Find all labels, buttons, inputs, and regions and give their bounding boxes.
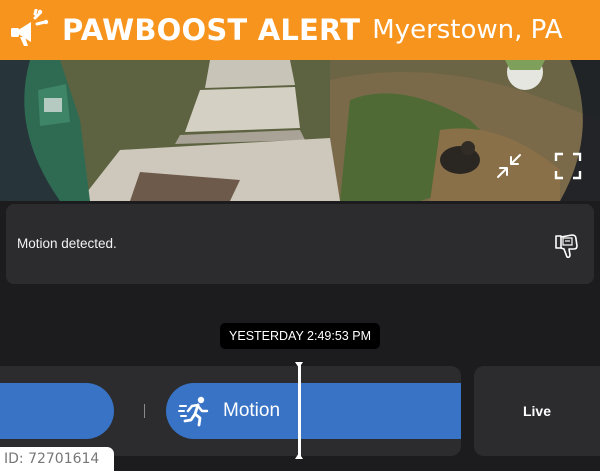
alert-banner: PAWBOOST ALERT Myerstown, PA bbox=[0, 0, 600, 60]
live-button[interactable]: Live bbox=[474, 366, 600, 456]
motion-clip-label: Motion bbox=[223, 400, 281, 421]
megaphone-icon bbox=[8, 8, 52, 52]
running-person-icon bbox=[178, 394, 212, 428]
motion-clip[interactable]: Motion bbox=[166, 383, 461, 439]
timeline-timestamp: YESTERDAY 2:49:53 PM bbox=[220, 323, 380, 349]
previous-clip[interactable] bbox=[0, 383, 114, 439]
event-card: Motion detected. bbox=[6, 204, 594, 284]
fullscreen-icon[interactable] bbox=[552, 150, 584, 182]
timeline-playhead[interactable] bbox=[295, 362, 303, 459]
thumbs-down-feedback-icon[interactable] bbox=[550, 230, 582, 262]
banner-brand: PAWBOOST ALERT bbox=[62, 13, 361, 47]
camera-view[interactable] bbox=[0, 60, 600, 201]
event-timeline[interactable]: Motion bbox=[0, 366, 461, 456]
timeline-divider bbox=[144, 404, 145, 418]
banner-location: Myerstown, PA bbox=[372, 15, 563, 45]
exit-fullscreen-icon[interactable] bbox=[493, 150, 525, 182]
id-label: ID: 72701614 bbox=[0, 447, 114, 471]
event-description: Motion detected. bbox=[17, 236, 117, 251]
